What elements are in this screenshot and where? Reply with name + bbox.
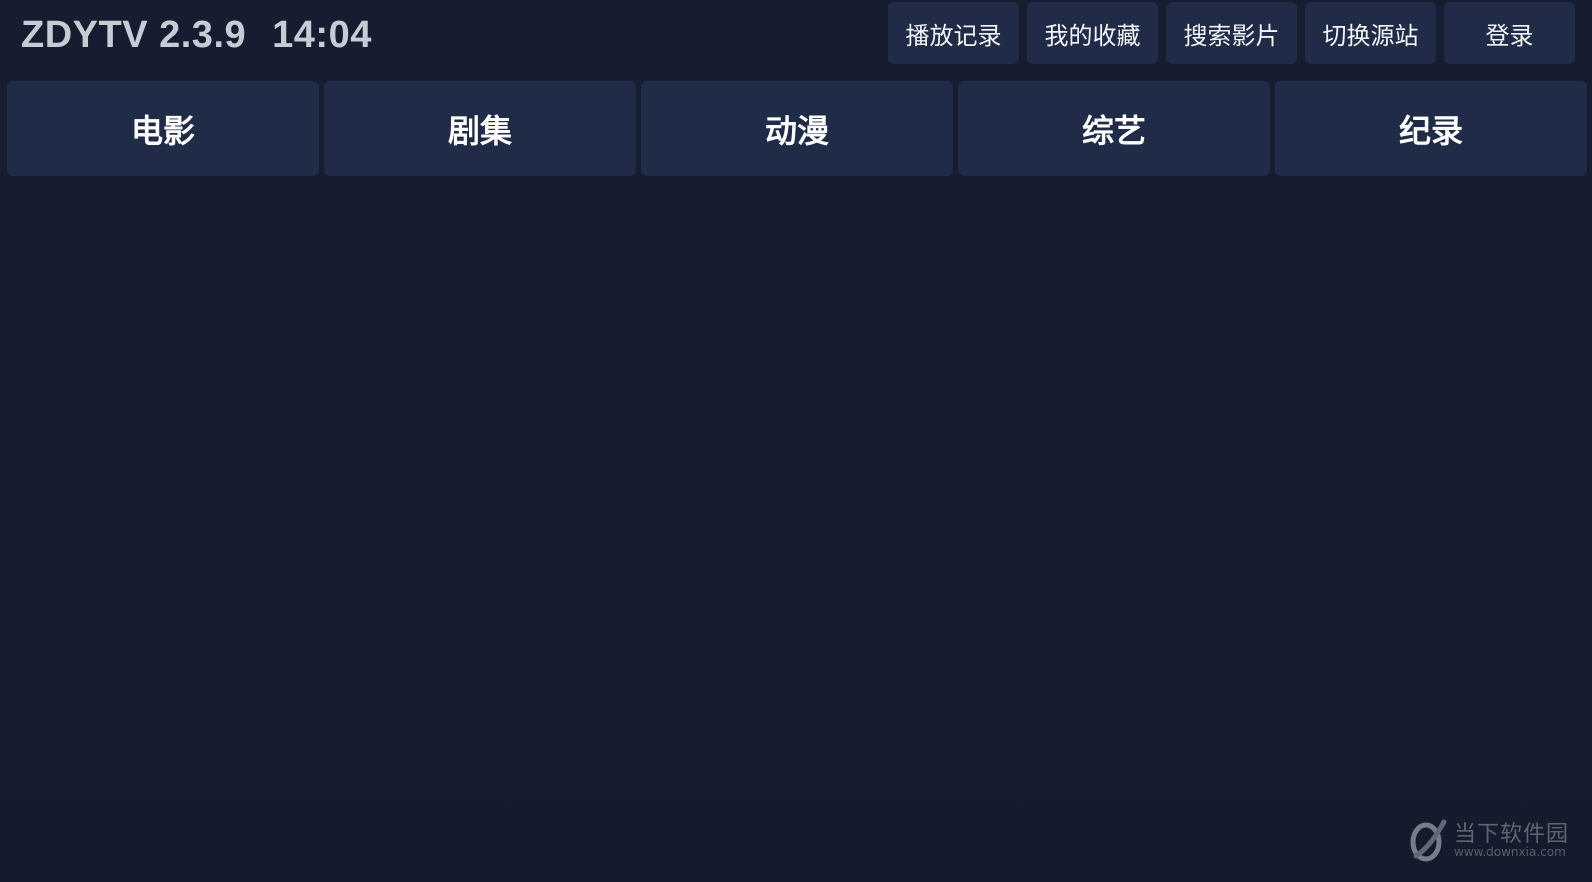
switch-source-button[interactable]: 切换源站 bbox=[1305, 2, 1436, 64]
category-tabs: 电影 剧集 动漫 综艺 纪录 bbox=[7, 81, 1587, 176]
tab-movies[interactable]: 电影 bbox=[7, 81, 319, 176]
tab-variety[interactable]: 综艺 bbox=[958, 81, 1270, 176]
tab-series[interactable]: 剧集 bbox=[324, 81, 636, 176]
play-history-button[interactable]: 播放记录 bbox=[888, 2, 1019, 64]
app-header: ZDYTV 2.3.9 14:04 bbox=[21, 12, 372, 58]
watermark: 当下软件园 www.downxia.com bbox=[1406, 814, 1578, 864]
my-favorites-button[interactable]: 我的收藏 bbox=[1027, 2, 1158, 64]
downxia-logo-icon bbox=[1410, 819, 1447, 862]
tab-anime[interactable]: 动漫 bbox=[641, 81, 953, 176]
tab-documentary[interactable]: 纪录 bbox=[1275, 81, 1587, 176]
app-screen: ZDYTV 2.3.9 14:04 播放记录 我的收藏 搜索影片 切换源站 登录… bbox=[0, 0, 1592, 882]
clock: 14:04 bbox=[272, 13, 372, 56]
watermark-name: 当下软件园 bbox=[1454, 822, 1570, 847]
search-movies-button[interactable]: 搜索影片 bbox=[1166, 2, 1297, 64]
top-action-bar: 播放记录 我的收藏 搜索影片 切换源站 登录 bbox=[888, 2, 1575, 64]
watermark-url: www.downxia.com bbox=[1454, 845, 1566, 859]
login-button[interactable]: 登录 bbox=[1444, 2, 1575, 64]
app-version-title: ZDYTV 2.3.9 bbox=[21, 13, 247, 56]
